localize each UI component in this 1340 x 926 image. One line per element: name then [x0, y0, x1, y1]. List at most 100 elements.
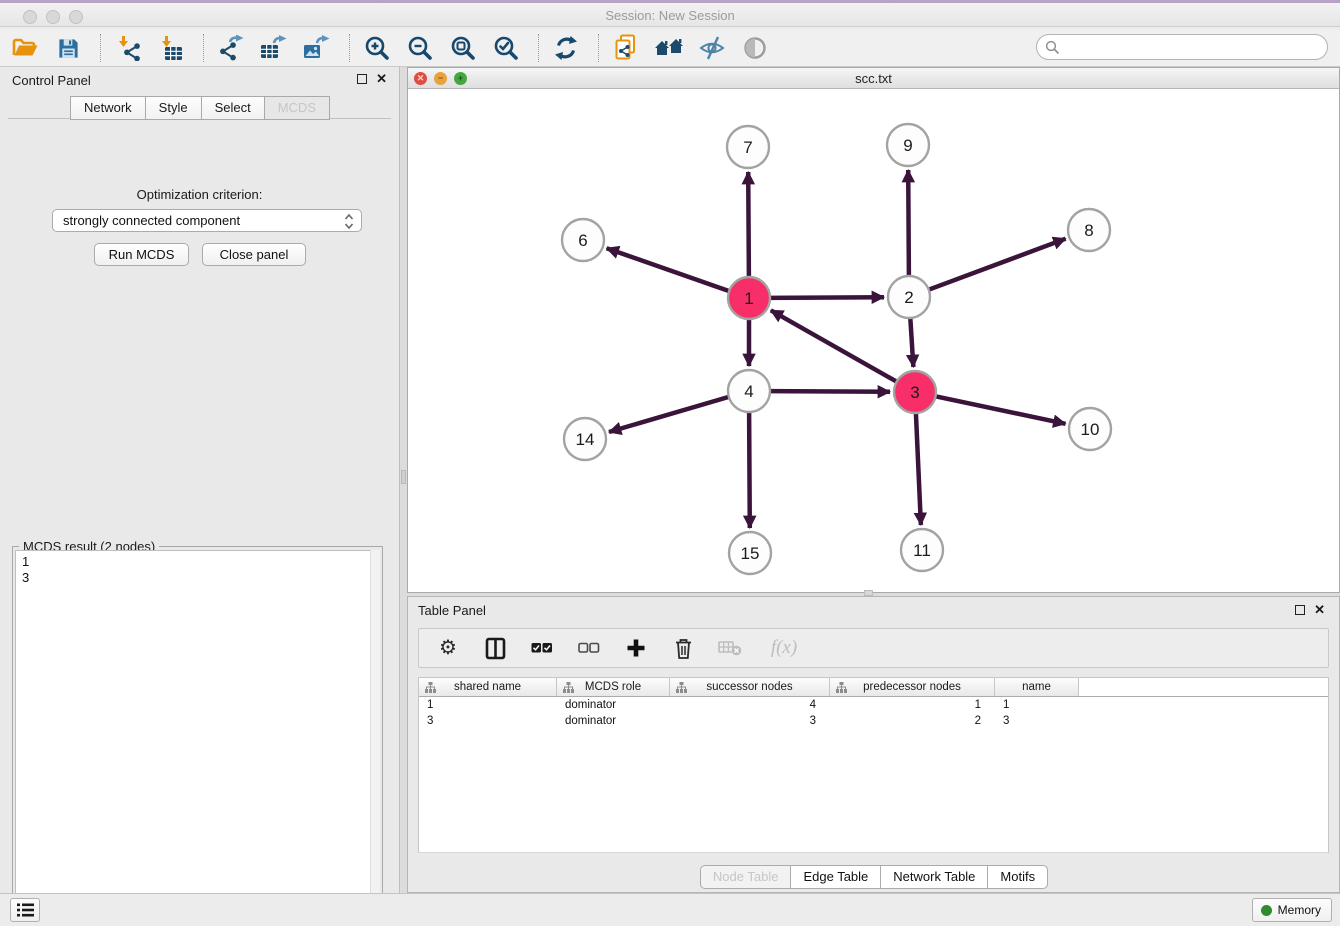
apply-function-icon[interactable]: f(x): [764, 634, 804, 662]
app-titlebar: Session: New Session: [0, 0, 1340, 27]
tab-style[interactable]: Style: [145, 96, 202, 120]
node-4[interactable]: 4: [728, 370, 770, 412]
column-header-label: name: [1022, 681, 1051, 693]
table-cell[interactable]: 3: [670, 713, 830, 729]
tab-node-table[interactable]: Node Table: [700, 865, 792, 889]
table-body: 1dominator4113dominator323: [419, 697, 1328, 729]
node-8[interactable]: 8: [1068, 209, 1110, 251]
main-toolbar: [0, 30, 1340, 67]
table-cell[interactable]: 1: [830, 697, 995, 713]
search-field[interactable]: [1036, 34, 1328, 60]
node-label: 2: [904, 288, 913, 307]
edge-2-3[interactable]: [910, 318, 913, 367]
table-cell[interactable]: 3: [995, 713, 1079, 729]
node-15[interactable]: 15: [729, 532, 771, 574]
column-header-shared-name[interactable]: shared name: [419, 678, 557, 696]
edge-2-9[interactable]: [908, 170, 909, 276]
column-header-successor-nodes[interactable]: successor nodes: [670, 678, 830, 696]
memory-button[interactable]: Memory: [1252, 898, 1332, 922]
search-input[interactable]: [1065, 37, 1320, 57]
edge-3-1[interactable]: [771, 310, 897, 381]
node-6[interactable]: 6: [562, 219, 604, 261]
edge-1-7[interactable]: [748, 172, 749, 277]
home-icon[interactable]: [654, 33, 684, 63]
toolbar-separator: [538, 34, 539, 62]
node-label: 10: [1081, 420, 1100, 439]
table-close-icon[interactable]: ✕: [1314, 602, 1325, 618]
table-row[interactable]: 3dominator323: [419, 713, 1328, 729]
node-9[interactable]: 9: [887, 124, 929, 166]
table-cell[interactable]: dominator: [557, 697, 670, 713]
save-session-icon[interactable]: [53, 33, 83, 63]
node-3[interactable]: 3: [894, 371, 936, 413]
delete-column-icon[interactable]: [717, 634, 743, 662]
table-cell[interactable]: 4: [670, 697, 830, 713]
panel-divider-grip[interactable]: [401, 470, 406, 484]
import-network-icon[interactable]: [113, 33, 143, 63]
table-cell[interactable]: 1: [995, 697, 1079, 713]
toolbar-separator: [203, 34, 204, 62]
node-11[interactable]: 11: [901, 529, 943, 571]
column-header-predecessor-nodes[interactable]: predecessor nodes: [830, 678, 995, 696]
network-canvas[interactable]: 1 2 3 4 6 7 8 9 10 11 14 15: [408, 90, 1339, 592]
edge-4-3[interactable]: [770, 391, 890, 392]
zoom-fit-icon[interactable]: [448, 33, 478, 63]
float-panel-icon[interactable]: [357, 74, 367, 84]
tab-select[interactable]: Select: [201, 96, 265, 120]
export-image-icon[interactable]: [302, 33, 332, 63]
select-all-icon[interactable]: [529, 634, 555, 662]
table-cell[interactable]: dominator: [557, 713, 670, 729]
mcds-result-textarea[interactable]: 13: [15, 550, 380, 922]
import-table-icon[interactable]: [156, 33, 186, 63]
edge-4-14[interactable]: [609, 397, 729, 432]
zoom-out-icon[interactable]: [405, 33, 435, 63]
clear-selection-icon[interactable]: [576, 634, 602, 662]
edge-3-11[interactable]: [916, 413, 921, 525]
show-columns-icon[interactable]: [482, 634, 508, 662]
list-icon: [17, 903, 34, 917]
node-7[interactable]: 7: [727, 126, 769, 168]
close-panel-button[interactable]: Close panel: [202, 243, 306, 266]
edge-1-6[interactable]: [607, 248, 730, 291]
table-cell[interactable]: 3: [419, 713, 557, 729]
tab-network[interactable]: Network: [70, 96, 146, 120]
tab-network-table[interactable]: Network Table: [880, 865, 988, 889]
node-1[interactable]: 1: [728, 277, 770, 319]
result-scrollbar[interactable]: [370, 550, 380, 922]
delete-row-icon[interactable]: [670, 634, 696, 662]
node-10[interactable]: 10: [1069, 408, 1111, 450]
edge-3-10[interactable]: [936, 396, 1066, 424]
open-file-icon[interactable]: [10, 33, 40, 63]
optimization-criterion-select[interactable]: strongly connected component: [52, 209, 362, 232]
network-window-titlebar[interactable]: ✕ − + scc.txt: [408, 68, 1339, 89]
column-header-MCDS-role[interactable]: MCDS role: [557, 678, 670, 696]
export-table-icon[interactable]: [259, 33, 289, 63]
node-14[interactable]: 14: [564, 418, 606, 460]
add-row-icon[interactable]: [623, 634, 649, 662]
node-label: 4: [744, 382, 753, 401]
table-cell[interactable]: 2: [830, 713, 995, 729]
apply-layout-icon[interactable]: [551, 33, 581, 63]
table-row[interactable]: 1dominator411: [419, 697, 1328, 713]
column-header-name[interactable]: name: [995, 678, 1079, 696]
tab-mcds[interactable]: MCDS: [264, 96, 330, 120]
edge-2-8[interactable]: [929, 239, 1066, 290]
network-graph[interactable]: 1 2 3 4 6 7 8 9 10 11 14 15: [408, 90, 1339, 593]
table-cell[interactable]: 1: [419, 697, 557, 713]
node-2[interactable]: 2: [888, 276, 930, 318]
export-network-icon[interactable]: [216, 33, 246, 63]
table-options-icon[interactable]: ⚙: [435, 634, 461, 662]
clone-network-icon[interactable]: [611, 33, 641, 63]
tab-edge-table[interactable]: Edge Table: [790, 865, 881, 889]
zoom-in-icon[interactable]: [362, 33, 392, 63]
task-history-button[interactable]: [10, 898, 40, 922]
table-float-icon[interactable]: [1295, 605, 1305, 615]
edge-1-2[interactable]: [770, 297, 884, 298]
close-panel-icon[interactable]: ✕: [376, 71, 387, 87]
tab-motifs[interactable]: Motifs: [987, 865, 1048, 889]
edge-4-15[interactable]: [749, 412, 750, 528]
zoom-selected-icon[interactable]: [491, 33, 521, 63]
network-overview-icon[interactable]: [740, 33, 770, 63]
toggle-graphics-details-icon[interactable]: [697, 33, 727, 63]
run-mcds-button[interactable]: Run MCDS: [94, 243, 189, 266]
